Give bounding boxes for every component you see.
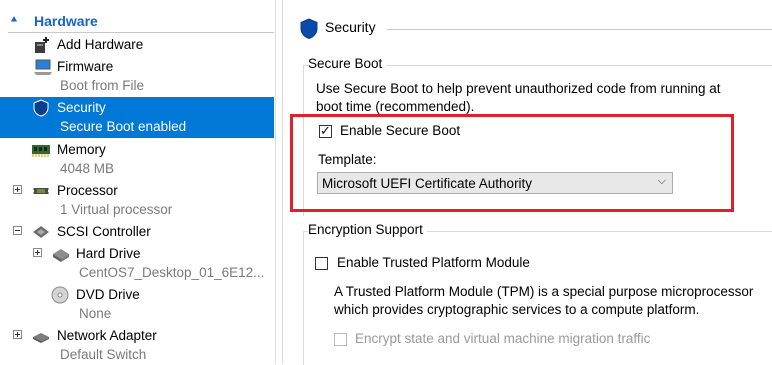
tree-item-label: SCSI Controller (57, 224, 151, 239)
tree-item-network-adapter[interactable]: Network Adapter Default Switch (0, 325, 274, 364)
section-title: Security (325, 19, 376, 35)
firmware-icon (33, 58, 52, 76)
memory-icon (31, 141, 50, 159)
tree-item-add-hardware[interactable]: Add Hardware (0, 35, 274, 55)
encryption-support-legend: Encryption Support (308, 222, 427, 237)
secure-boot-description: Use Secure Boot to help prevent unauthor… (316, 80, 721, 116)
tree-item-sub: CentOS7_Desktop_01_6E12... (79, 265, 265, 280)
expand-processor-toggle[interactable] (13, 185, 22, 194)
tree-item-sub: Default Switch (60, 347, 147, 362)
scsi-controller-icon (31, 222, 49, 240)
dvd-drive-icon (50, 285, 69, 304)
tree-item-firmware[interactable]: Firmware Boot from File (0, 56, 274, 96)
expand-network-adapter-toggle[interactable] (13, 330, 22, 339)
network-adapter-icon (31, 327, 49, 345)
highlight-annotation-box (290, 114, 734, 212)
enable-tpm-label[interactable]: Enable Trusted Platform Module (337, 255, 530, 270)
tpm-description-line2: which provides cryptographic services to… (334, 302, 700, 317)
hard-drive-icon (51, 245, 69, 263)
security-settings-panel: Security Secure Boot Use Secure Boot to … (283, 0, 772, 365)
tree-item-memory[interactable]: Memory 4048 MB (0, 139, 274, 179)
section-title-rule (387, 29, 772, 30)
secure-boot-legend: Secure Boot (308, 56, 387, 71)
tree-item-hard-drive[interactable]: Hard Drive CentOS7_Desktop_01_6E12... (0, 243, 274, 283)
tree-item-label: Processor (57, 183, 118, 198)
add-hardware-icon (33, 36, 51, 54)
encrypt-traffic-checkbox[interactable] (334, 333, 347, 346)
tpm-description: A Trusted Platform Module (TPM) is a spe… (334, 283, 753, 319)
tpm-description-line1: A Trusted Platform Module (TPM) is a spe… (334, 284, 754, 299)
tree-item-label: Firmware (57, 59, 114, 74)
tree-item-label: Memory (57, 142, 106, 157)
hardware-header-label: Hardware (34, 13, 98, 29)
shield-icon (299, 18, 319, 43)
tree-item-processor[interactable]: Processor 1 Virtual processor (0, 180, 274, 220)
tree-item-sub: 1 Virtual processor (60, 202, 173, 217)
tree-item-scsi-controller[interactable]: SCSI Controller (0, 221, 274, 241)
tree-item-label: Network Adapter (57, 328, 157, 343)
tree-item-sub: Secure Boot enabled (60, 119, 187, 134)
enable-tpm-checkbox[interactable] (315, 257, 328, 270)
secure-boot-description-line1: Use Secure Boot to help prevent unauthor… (316, 81, 721, 96)
hardware-tree: ⯅ Hardware Add Hardware Firmware Boot fr… (0, 0, 274, 364)
tree-item-label: Hard Drive (76, 246, 141, 261)
tree-item-label: DVD Drive (76, 287, 140, 302)
encrypt-traffic-label[interactable]: Encrypt state and virtual machine migrat… (355, 331, 650, 346)
tree-item-sub: 4048 MB (60, 161, 115, 176)
hardware-group-header[interactable]: ⯅ Hardware (0, 12, 274, 32)
collapse-up-icon[interactable]: ⯅ (10, 15, 18, 27)
tree-item-label: Security (57, 100, 106, 115)
tree-header-divider (8, 32, 274, 33)
expand-hard-drive-toggle[interactable] (33, 248, 42, 257)
panel-divider[interactable] (275, 0, 276, 364)
tree-item-security[interactable]: Security Secure Boot enabled (0, 97, 274, 138)
tree-item-dvd-drive[interactable]: DVD Drive None (0, 284, 274, 324)
shield-icon (32, 99, 50, 117)
tree-item-label: Add Hardware (57, 37, 144, 52)
processor-icon (31, 182, 49, 200)
collapse-scsi-toggle[interactable] (13, 226, 22, 235)
tree-item-sub: None (79, 306, 112, 321)
tree-item-sub: Boot from File (60, 78, 145, 93)
